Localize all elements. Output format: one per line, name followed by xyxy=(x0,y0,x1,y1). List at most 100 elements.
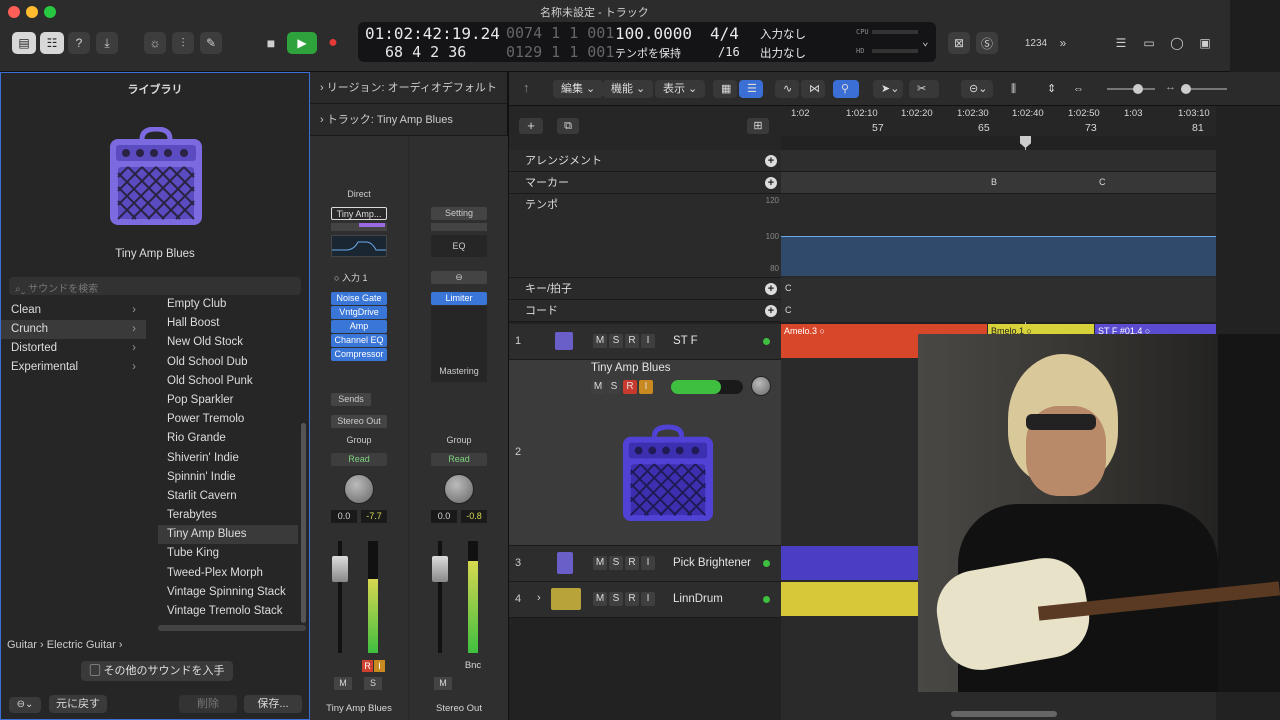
lcd-chevron-down-icon[interactable]: ⌄ xyxy=(922,35,929,48)
category-item[interactable]: Crunch › xyxy=(1,320,146,339)
track-name[interactable]: Pick Brightener xyxy=(673,557,751,569)
mixer-icon[interactable]: ⫶ xyxy=(172,32,194,54)
input-button[interactable]: I xyxy=(641,334,655,348)
record-button[interactable]: R xyxy=(625,556,639,570)
patch-item[interactable]: Old School Dub xyxy=(158,353,298,372)
marker-track-header[interactable]: マーカー + xyxy=(509,172,781,194)
list-view-icon[interactable]: ☰ xyxy=(739,80,763,98)
volume-fader[interactable] xyxy=(432,556,448,582)
track-inspector-header[interactable]: › トラック: Tiny Amp Blues xyxy=(310,104,507,136)
replace-icon[interactable]: ⊠ xyxy=(948,32,970,54)
track-pan-knob[interactable] xyxy=(751,376,771,396)
add-chord-icon[interactable]: + xyxy=(765,305,777,317)
more-chevron-icon[interactable]: » xyxy=(1054,32,1072,54)
pan-knob[interactable] xyxy=(444,474,474,504)
smart-controls-icon[interactable]: ☼ xyxy=(144,32,166,54)
eq-thumbnail[interactable] xyxy=(331,235,387,257)
flex-icon[interactable]: ⋈ xyxy=(801,80,825,98)
record-icon[interactable]: ● xyxy=(322,32,344,54)
link-icon[interactable]: ⊖ xyxy=(431,271,487,284)
bounce-button[interactable]: Bnc xyxy=(460,660,486,673)
patch-item[interactable]: Empty Club xyxy=(158,295,298,314)
automation-mode[interactable]: Read xyxy=(331,453,387,466)
vertical-zoom-slider[interactable] xyxy=(1107,84,1155,94)
track-volume-slider[interactable] xyxy=(671,380,743,394)
track-name[interactable]: ST F xyxy=(673,335,698,347)
input-button[interactable]: I xyxy=(639,380,653,394)
inspector-toggle-icon[interactable]: ☷ xyxy=(40,32,64,54)
playhead-handle[interactable] xyxy=(1020,136,1031,148)
patch-item[interactable]: Old School Punk xyxy=(158,372,298,391)
solo-button[interactable]: S xyxy=(609,592,623,606)
snap-icon[interactable]: ⚲ xyxy=(833,80,859,98)
track-header-selected[interactable]: 2 Tiny Amp Blues MSRI xyxy=(509,360,781,546)
browser-icon[interactable]: ▣ xyxy=(1194,32,1216,54)
mastering-slot[interactable]: Mastering xyxy=(431,365,487,378)
mute-button[interactable]: M xyxy=(593,334,607,348)
zoom-window-button[interactable] xyxy=(44,6,56,18)
horizontal-zoom-slider[interactable] xyxy=(1181,84,1227,94)
track-settings-icon[interactable]: ⊞ xyxy=(747,118,769,134)
options-menu-icon[interactable]: ⊖⌄ xyxy=(9,697,41,713)
list-editor-icon[interactable]: ☰ xyxy=(1110,32,1132,54)
record-button[interactable]: R xyxy=(623,380,637,394)
duplicate-track-icon[interactable]: ⧉ xyxy=(557,118,579,134)
automation-icon[interactable]: ∿ xyxy=(775,80,799,98)
category-item[interactable]: Clean › xyxy=(1,301,146,320)
patch-item[interactable]: Vintage Tremolo Stack xyxy=(158,602,298,621)
lcd-display[interactable]: 01:02:42:19.24 0074 1 1 001 68 4 2 36 01… xyxy=(358,22,936,62)
editor-icon[interactable]: ✎ xyxy=(200,32,222,54)
solo-button[interactable]: S xyxy=(609,334,623,348)
patch-item[interactable]: Spinnin' Indie xyxy=(158,468,298,487)
tempo-lane[interactable] xyxy=(781,194,1216,278)
mute-button[interactable]: M xyxy=(334,677,352,690)
add-track-button[interactable]: + xyxy=(519,118,543,134)
track-on-indicator[interactable] xyxy=(763,338,770,345)
input-monitor-button[interactable]: I xyxy=(374,660,385,672)
library-toggle-icon[interactable]: ▤ xyxy=(12,32,36,54)
sound-search-input[interactable]: ⌕⌄ サウンドを検索 xyxy=(9,277,301,295)
breadcrumb[interactable]: Guitar › Electric Guitar › xyxy=(7,639,123,651)
get-more-sounds-button[interactable]: ▢ その他のサウンドを入手 xyxy=(81,661,233,681)
automation-mode[interactable]: Read xyxy=(431,453,487,466)
category-item[interactable]: Experimental › xyxy=(1,358,146,377)
track-on-indicator[interactable] xyxy=(763,560,770,567)
save-button[interactable]: 保存... xyxy=(244,695,302,713)
patch-item[interactable]: Tube King xyxy=(158,544,298,563)
solo-button[interactable]: S xyxy=(364,677,382,690)
revert-button[interactable]: 元に戻す xyxy=(49,695,107,713)
solo-button[interactable]: S xyxy=(607,380,621,394)
plugin-slot[interactable]: Noise Gate xyxy=(331,292,387,305)
add-key-icon[interactable]: + xyxy=(765,283,777,295)
record-enable-button[interactable]: R xyxy=(362,660,373,672)
marker-b[interactable]: B xyxy=(991,177,997,187)
key-signature-header[interactable]: キー/拍子 + xyxy=(509,278,781,300)
volume-fader[interactable] xyxy=(332,556,348,582)
track-on-indicator[interactable] xyxy=(763,596,770,603)
chord-track-header[interactable]: コード + xyxy=(509,300,781,322)
record-button[interactable]: R xyxy=(625,334,639,348)
solo-mode-icon[interactable]: Ⓢ xyxy=(976,32,998,54)
timeline-ruler[interactable]: 1:02 1:02:10 1:02:20 1:02:30 1:02:40 1:0… xyxy=(781,106,1216,136)
chord-lane[interactable]: C xyxy=(781,300,1216,322)
catch-icon[interactable]: ⊝⌄ xyxy=(961,80,993,98)
edit-menu[interactable]: 編集 ⌄ xyxy=(553,80,604,98)
patch-item[interactable]: Pop Sparkler xyxy=(158,391,298,410)
group-slot[interactable]: Group xyxy=(431,434,487,447)
setting-button[interactable]: Tiny Amp... xyxy=(331,207,387,220)
help-icon[interactable]: ? xyxy=(68,32,90,54)
marker-lane[interactable]: B C xyxy=(781,172,1216,194)
add-marker-icon[interactable]: + xyxy=(765,177,777,189)
up-arrow-icon[interactable]: ↑ xyxy=(523,80,530,95)
disclosure-chevron-icon[interactable]: › xyxy=(537,592,541,604)
loop-browser-icon[interactable]: ◯ xyxy=(1166,32,1188,54)
horizontal-scrollbar[interactable] xyxy=(158,625,306,631)
tempo-track-header[interactable]: テンポ 120 100 80 xyxy=(509,194,781,278)
input-button[interactable]: I xyxy=(641,556,655,570)
delete-button[interactable]: 削除 xyxy=(179,695,237,713)
view-menu[interactable]: 表示 ⌄ xyxy=(655,80,706,98)
fit-horizontal-icon[interactable]: ⇔ xyxy=(1065,80,1089,98)
patch-item[interactable]: New Old Stock xyxy=(158,333,298,352)
track-name[interactable]: Tiny Amp Blues xyxy=(591,362,670,374)
close-window-button[interactable] xyxy=(8,6,20,18)
